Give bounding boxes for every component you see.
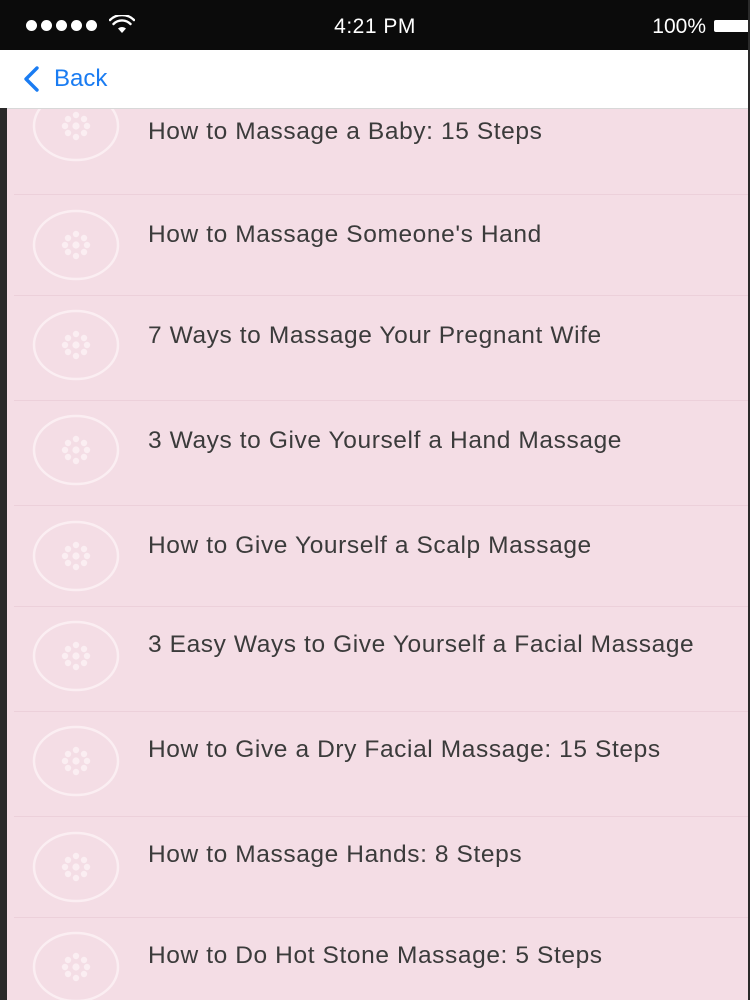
article-title: How to Give a Dry Facial Massage: 15 Ste… xyxy=(148,736,661,763)
back-button[interactable]: Back xyxy=(20,50,107,108)
article-title: How to Massage Hands: 8 Steps xyxy=(148,841,523,868)
article-row[interactable]: 3 Ways to Give Yourself a Hand Massage xyxy=(14,400,750,505)
status-time: 4:21 PM xyxy=(334,15,416,38)
phone-screen: 4:21 PM 100% Back How to Massage a Baby:… xyxy=(0,0,750,1000)
placeholder-image-icon xyxy=(32,414,120,486)
chevron-left-icon xyxy=(24,66,39,92)
navigation-bar: Back xyxy=(0,50,750,109)
article-row[interactable]: 3 Easy Ways to Give Yourself a Facial Ma… xyxy=(14,606,750,711)
placeholder-image-icon xyxy=(32,209,120,281)
placeholder-image-icon xyxy=(32,309,120,381)
status-right: 100% xyxy=(652,0,750,50)
article-list[interactable]: How to Massage a Baby: 15 Steps How to M… xyxy=(14,109,750,1000)
article-title: How to Do Hot Stone Massage: 5 Steps xyxy=(148,942,603,969)
article-title: How to Massage a Baby: 15 Steps xyxy=(148,118,543,145)
placeholder-image-icon xyxy=(32,520,120,592)
article-row[interactable]: How to Do Hot Stone Massage: 5 Steps xyxy=(14,917,750,1000)
article-title: How to Massage Someone's Hand xyxy=(148,221,542,248)
article-title: 7 Ways to Massage Your Pregnant Wife xyxy=(148,322,602,349)
article-row[interactable]: How to Give a Dry Facial Massage: 15 Ste… xyxy=(14,711,750,816)
article-row[interactable]: 7 Ways to Massage Your Pregnant Wife xyxy=(14,295,750,400)
back-label: Back xyxy=(54,65,108,92)
placeholder-image-icon xyxy=(32,109,120,162)
placeholder-image-icon xyxy=(32,831,120,903)
article-title: 3 Ways to Give Yourself a Hand Massage xyxy=(148,427,623,454)
placeholder-image-icon xyxy=(32,725,120,797)
article-row[interactable]: How to Massage Someone's Hand xyxy=(14,194,750,295)
placeholder-image-icon xyxy=(32,931,120,1000)
article-row[interactable]: How to Massage a Baby: 15 Steps xyxy=(14,109,750,194)
status-bar: 4:21 PM 100% xyxy=(0,0,750,50)
screen-bezel-left xyxy=(0,108,7,1000)
article-title: How to Give Yourself a Scalp Massage xyxy=(148,532,592,559)
article-row[interactable]: How to Massage Hands: 8 Steps xyxy=(14,816,750,917)
battery-percentage: 100% xyxy=(652,15,706,38)
placeholder-image-icon xyxy=(32,620,120,692)
article-row[interactable]: How to Give Yourself a Scalp Massage xyxy=(14,505,750,606)
article-title: 3 Easy Ways to Give Yourself a Facial Ma… xyxy=(148,631,695,658)
battery-icon xyxy=(714,20,750,32)
